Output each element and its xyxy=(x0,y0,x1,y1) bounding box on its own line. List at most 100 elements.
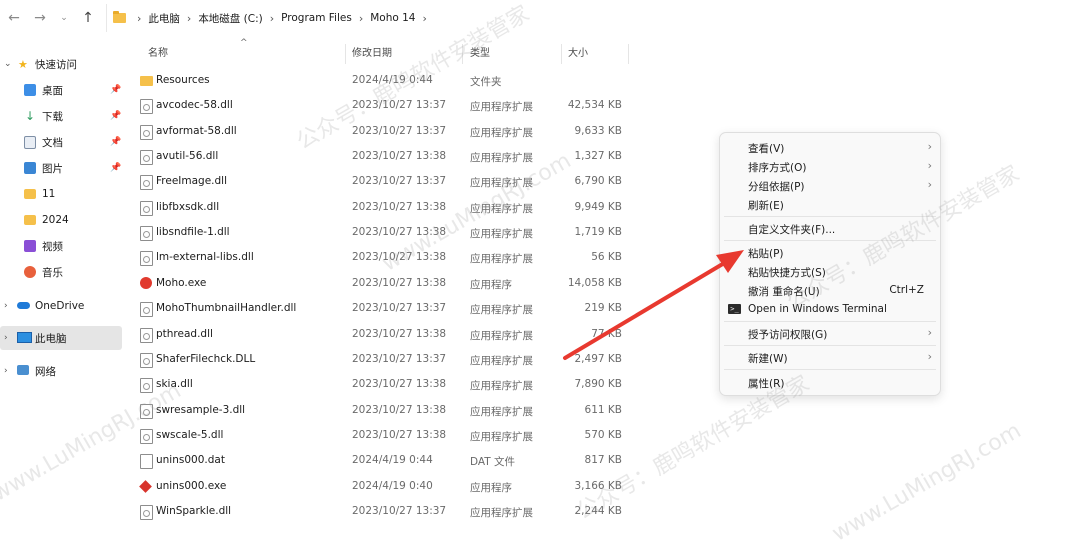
nav-item-folder-11[interactable]: 11 xyxy=(24,182,124,206)
menu-item-grant-access[interactable]: 授予访问权限(G) › xyxy=(720,324,940,343)
breadcrumb-program-files[interactable]: Program Files xyxy=(281,12,352,24)
file-name: pthread.dll xyxy=(156,327,213,340)
column-header-size[interactable]: 大小 xyxy=(568,44,588,62)
nav-item-desktop[interactable]: 桌面 📌 xyxy=(24,78,124,102)
file-type: 应用程序扩展 xyxy=(470,126,533,139)
table-row[interactable]: swscale-5.dll 2023/10/27 13:38 应用程序扩展 570 K… xyxy=(132,423,630,448)
pin-icon: 📌 xyxy=(110,163,122,173)
table-row[interactable]: avformat-58.dll 2023/10/27 13:37 应用程序扩展 9,6… xyxy=(132,119,630,144)
nav-item-folder-2024[interactable]: 2024 xyxy=(24,208,124,232)
table-row[interactable]: swresample-3.dll 2023/10/27 13:38 应用程序扩展 61… xyxy=(132,398,630,423)
file-date: 2024/4/19 0:44 xyxy=(352,454,433,467)
nav-item-label: 2024 xyxy=(42,214,69,226)
column-header-type[interactable]: 类型 xyxy=(470,44,490,62)
table-row[interactable]: ShaferFilechck.DLL 2023/10/27 13:37 应用程序扩展… xyxy=(132,347,630,372)
nav-network[interactable]: › 网络 xyxy=(0,359,122,383)
nav-item-documents[interactable]: 文档 📌 xyxy=(24,130,124,154)
breadcrumb[interactable]: › 此电脑 › 本地磁盘 (C:) › Program Files › Moho… xyxy=(106,4,1073,32)
nav-network-label: 网络 xyxy=(35,365,56,378)
cloud-icon xyxy=(17,302,30,309)
recent-dropdown-icon[interactable]: ⌄ xyxy=(56,10,72,26)
chevron-right-icon[interactable]: › xyxy=(4,301,8,311)
nav-item-pictures[interactable]: 图片 📌 xyxy=(24,156,124,180)
file-size: 3,166 KB xyxy=(574,479,623,492)
menu-item-paste-shortcut[interactable]: 粘贴快捷方式(S) xyxy=(720,262,940,281)
column-header-date[interactable]: 修改日期 xyxy=(352,44,392,62)
file-type: 应用程序扩展 xyxy=(470,354,533,367)
file-name: avcodec-58.dll xyxy=(156,99,233,112)
file-date: 2023/10/27 13:37 xyxy=(352,504,447,517)
back-arrow-icon[interactable]: ← xyxy=(6,10,22,26)
table-row[interactable]: libsndfile-1.dll 2023/10/27 13:38 应用程序扩展 1,… xyxy=(132,220,630,245)
menu-item-open-terminal[interactable]: >_ Open in Windows Terminal xyxy=(720,300,940,319)
table-row[interactable]: libfbxsdk.dll 2023/10/27 13:38 应用程序扩展 9,949… xyxy=(132,195,630,220)
file-type: 应用程序 xyxy=(470,278,512,291)
dll-file-icon xyxy=(140,428,153,444)
column-divider[interactable] xyxy=(561,44,562,64)
breadcrumb-moho[interactable]: Moho 14 xyxy=(370,12,415,24)
menu-item-undo-rename[interactable]: 撤消 重命名(U) Ctrl+Z xyxy=(720,281,940,300)
menu-divider xyxy=(724,216,936,217)
table-row[interactable]: lm-external-libs.dll 2023/10/27 13:38 应用程序… xyxy=(132,245,630,270)
menu-item-view[interactable]: 查看(V) › xyxy=(720,138,940,157)
file-name: Resources xyxy=(156,74,210,86)
file-name: swresample-3.dll xyxy=(156,403,246,416)
table-row[interactable]: Resources 2024/4/19 0:44 文件夹 xyxy=(132,68,630,93)
chevron-right-icon: › xyxy=(358,11,364,25)
file-date: 2023/10/27 13:38 xyxy=(352,327,447,340)
nav-item-downloads[interactable]: ↓ 下载 📌 xyxy=(24,104,124,128)
menu-item-label: 撤消 重命名(U) xyxy=(748,286,820,298)
chevron-down-icon[interactable]: ⌄ xyxy=(4,59,12,69)
table-row[interactable]: MohoThumbnailHandler.dll 2023/10/27 13:37… xyxy=(132,296,630,321)
up-arrow-icon[interactable]: ↑ xyxy=(80,10,96,26)
table-row[interactable]: Moho.exe 2023/10/27 13:38 应用程序 14,058 KB xyxy=(132,271,630,296)
file-type: 应用程序扩展 xyxy=(470,228,533,241)
nav-quick-access[interactable]: ⌄ ★ 快速访问 xyxy=(0,52,122,76)
file-size: 14,058 KB xyxy=(567,276,622,289)
table-row[interactable]: FreeImage.dll 2023/10/27 13:37 应用程序扩展 6,790… xyxy=(132,169,630,194)
menu-item-customize-folder[interactable]: 自定义文件夹(F)... xyxy=(720,219,940,238)
column-divider[interactable] xyxy=(628,44,629,64)
file-type: 应用程序扩展 xyxy=(470,329,533,342)
menu-item-paste[interactable]: 粘贴(P) xyxy=(720,243,940,262)
table-row[interactable]: avutil-56.dll 2023/10/27 13:38 应用程序扩展 1,327… xyxy=(132,144,630,169)
chevron-right-icon[interactable]: › xyxy=(4,333,8,343)
menu-item-sort[interactable]: 排序方式(O) › xyxy=(720,157,940,176)
nav-onedrive[interactable]: › OneDrive xyxy=(0,294,122,318)
menu-item-label: 自定义文件夹(F)... xyxy=(748,224,836,236)
table-row[interactable]: unins000.dat 2024/4/19 0:44 DAT 文件 817 KB xyxy=(132,448,630,473)
forward-arrow-icon[interactable]: → xyxy=(32,10,48,26)
menu-item-new[interactable]: 新建(W) › xyxy=(720,348,940,367)
file-type: 应用程序扩展 xyxy=(470,202,533,215)
nav-item-label: 11 xyxy=(42,188,56,200)
menu-item-refresh[interactable]: 刷新(E) xyxy=(720,195,940,214)
table-row[interactable]: unins000.exe 2024/4/19 0:40 应用程序 3,166 KB xyxy=(132,474,630,499)
table-row[interactable]: skia.dll 2023/10/27 13:38 应用程序扩展 7,890 KB xyxy=(132,372,630,397)
menu-item-group[interactable]: 分组依据(P) › xyxy=(720,176,940,195)
table-row[interactable]: pthread.dll 2023/10/27 13:38 应用程序扩展 77 KB xyxy=(132,322,630,347)
column-divider[interactable] xyxy=(345,44,346,64)
nav-item-music[interactable]: 音乐 xyxy=(24,260,124,284)
address-bar: ← → ⌄ ↑ › 此电脑 › 本地磁盘 (C:) › Program File… xyxy=(0,0,1080,36)
file-size: 9,633 KB xyxy=(574,124,623,137)
chevron-right-icon: › xyxy=(927,326,932,339)
file-date: 2024/4/19 0:40 xyxy=(352,479,433,492)
file-date: 2023/10/27 13:37 xyxy=(352,352,447,365)
column-header-name[interactable]: 名称 xyxy=(148,44,168,62)
dll-file-icon xyxy=(140,327,153,343)
nav-item-videos[interactable]: 视频 xyxy=(24,234,124,258)
nav-item-label: 图片 xyxy=(42,162,63,175)
column-divider[interactable] xyxy=(462,44,463,64)
nav-quick-access-label: 快速访问 xyxy=(35,58,77,71)
table-row[interactable]: WinSparkle.dll 2023/10/27 13:37 应用程序扩展 2,24… xyxy=(132,499,630,524)
breadcrumb-local-disk[interactable]: 本地磁盘 (C:) xyxy=(198,11,262,26)
menu-item-properties[interactable]: 属性(R) xyxy=(720,373,940,392)
table-row[interactable]: avcodec-58.dll 2023/10/27 13:37 应用程序扩展 42,5… xyxy=(132,93,630,118)
breadcrumb-this-pc[interactable]: 此电脑 xyxy=(148,11,180,26)
nav-this-pc[interactable]: › 此电脑 xyxy=(0,326,122,350)
installer-icon xyxy=(139,479,152,493)
chevron-right-icon[interactable]: › xyxy=(4,366,8,376)
file-size: 570 KB xyxy=(584,428,622,441)
file-type: 应用程序扩展 xyxy=(470,380,533,393)
picture-icon xyxy=(24,162,36,174)
